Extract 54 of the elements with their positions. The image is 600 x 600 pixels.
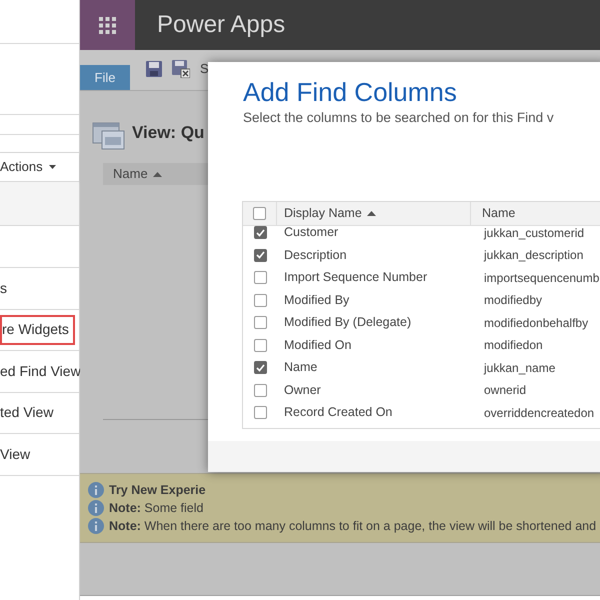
checkbox[interactable] [254, 384, 266, 396]
table-cell-text: jukkan_name [484, 360, 556, 376]
table-cell: Modified By [284, 292, 350, 307]
checkbox[interactable] [254, 406, 266, 419]
table-cell: Import Sequence Number [284, 270, 428, 284]
table-cell: Owner [284, 382, 321, 397]
save-label[interactable]: S [200, 59, 209, 78]
notification-text: Try New Experie [109, 482, 206, 499]
info-icon [88, 500, 104, 516]
sort-ascending-icon [366, 211, 376, 216]
column-header[interactable]: Display Name [284, 204, 362, 224]
save-and-close-icon[interactable] [172, 60, 190, 78]
table-cell-text: modifiedon [484, 337, 543, 354]
checkbox[interactable] [254, 248, 266, 262]
table-cell: Name [284, 360, 318, 374]
checkbox[interactable] [254, 361, 266, 374]
checkbox[interactable] [253, 207, 266, 220]
app-launcher-button[interactable] [80, 0, 135, 50]
dialog-subtitle: Select the columns to be searched on for this Find v [243, 109, 555, 127]
table-cell: Customer [284, 226, 338, 240]
table-cell-text: ownerid [484, 382, 526, 399]
table-cell-text: importsequencenumb [484, 270, 600, 286]
table-cell: Modified On [284, 338, 352, 352]
checkbox[interactable] [254, 338, 266, 352]
view-item[interactable]: re Widgets [0, 314, 75, 345]
view-icon [92, 121, 126, 151]
info-icon [88, 518, 104, 534]
checkbox[interactable] [254, 294, 266, 306]
view-item[interactable]: View [0, 444, 30, 465]
waffle-icon [99, 16, 116, 34]
sort-ascending-icon [152, 172, 162, 176]
checkbox[interactable] [254, 271, 266, 284]
table-cell-text: modifiedby [484, 292, 542, 309]
info-icon [88, 482, 104, 498]
table-cell-text: modifiedonbehalfby [484, 314, 588, 332]
caret-icon [48, 165, 56, 169]
save-icon[interactable] [146, 60, 162, 77]
view-title: View: Qu [132, 122, 204, 144]
table-cell: jukkan_customerid [484, 226, 584, 242]
notification-text: Note: Some field [109, 500, 204, 517]
table-cell-text: jukkan_description [484, 247, 584, 264]
table-cell: Record Created On [284, 405, 392, 420]
notification-text: Note: When there are too many columns to fit on a page, the view will be shortened and [109, 518, 596, 535]
table-cell: Description [284, 248, 347, 262]
checkbox[interactable] [254, 226, 266, 239]
view-item[interactable]: ed Find View [0, 360, 81, 382]
app-title: Power Apps [157, 10, 286, 40]
table-cell: Modified By (Delegate) [284, 315, 412, 330]
table-cell-text: overriddencreatedon [484, 404, 594, 422]
column-header[interactable]: Name [471, 204, 516, 224]
dialog-title: Add Find Columns [243, 76, 458, 108]
view-item[interactable]: s [0, 278, 7, 299]
checkbox[interactable] [254, 316, 266, 329]
view-item[interactable]: ted View [0, 402, 54, 424]
